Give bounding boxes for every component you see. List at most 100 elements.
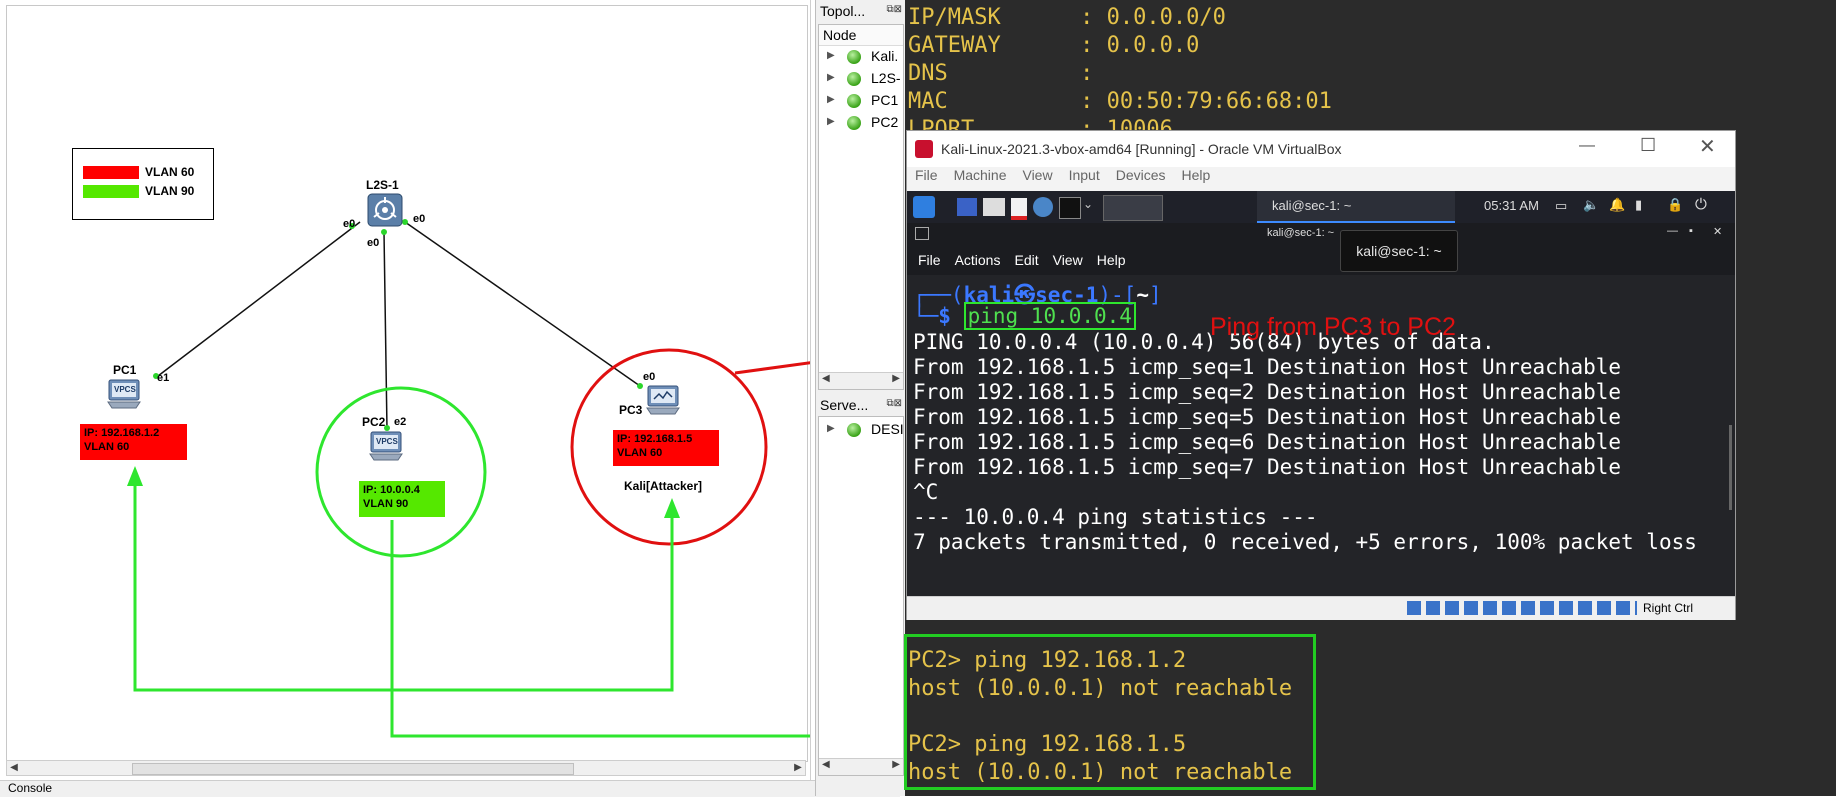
guest-maximize-button[interactable]: ▪ — [1689, 225, 1693, 237]
pc3-info-box: IP: 192.168.1.5 VLAN 60 — [613, 430, 719, 466]
vbox-statusbar: Right Ctrl — [907, 596, 1735, 620]
chevron-down-icon[interactable]: ⌄ — [1083, 197, 1093, 211]
status-green-icon — [847, 72, 861, 86]
guest-menu-edit[interactable]: Edit — [1014, 252, 1038, 268]
clock[interactable]: 05:31 AM — [1484, 198, 1539, 213]
canvas-horizontal-scrollbar[interactable]: ◀ ▶ — [6, 760, 806, 776]
tree-scrollbar[interactable]: ◀ ▶ — [819, 372, 903, 389]
pc3-port-label: e0 — [643, 371, 656, 383]
text-editor-icon[interactable] — [1011, 198, 1027, 220]
console-dock[interactable]: Console — [0, 780, 900, 797]
vpcs-pc2-icon[interactable]: VPCS — [368, 430, 404, 462]
guest-menu-help[interactable]: Help — [1097, 252, 1126, 268]
port-dot — [381, 229, 387, 235]
guest-menu-view[interactable]: View — [1053, 252, 1083, 268]
scroll-thumb[interactable] — [132, 763, 574, 775]
status-green-icon — [847, 423, 861, 437]
link-sw-pc3 — [404, 221, 641, 387]
menu-devices[interactable]: Devices — [1116, 167, 1166, 183]
kali-menu-icon[interactable] — [913, 196, 935, 218]
dock-buttons[interactable]: ⧉⊠ — [886, 398, 902, 409]
lock-icon[interactable]: 🔒 — [1667, 197, 1683, 213]
expand-arrow-icon[interactable]: ▶ — [827, 50, 835, 61]
expand-arrow-icon[interactable]: ▶ — [827, 94, 835, 105]
pc3-ip: IP: 192.168.1.5 — [617, 433, 693, 445]
guest-minimize-button[interactable]: — — [1667, 225, 1678, 237]
guest-menu-file[interactable]: File — [918, 252, 941, 268]
notification-bell-icon[interactable]: 🔔 — [1609, 197, 1625, 213]
arrowhead-pc3 — [664, 498, 680, 518]
pc2-highlight-circle — [315, 386, 487, 558]
device-status-icons[interactable] — [1407, 601, 1637, 615]
switch-port-label: e0 — [413, 213, 426, 225]
server-node[interactable]: ▶ DESI — [819, 419, 904, 441]
tree-header: Node — [819, 25, 903, 46]
terminal-line: GATEWAY : 0.0.0.0 — [908, 33, 1200, 58]
topology-canvas[interactable]: VLAN 60 VLAN 90 L2S-1 e0 e0 e0 PC1 VPCS … — [0, 0, 900, 797]
virtualbox-window[interactable]: Kali-Linux-2021.3-vbox-amd64 [Running] -… — [906, 130, 1736, 620]
pc1-info-box: IP: 192.168.1.2 VLAN 60 — [80, 424, 187, 460]
maximize-button[interactable]: ☐ — [1640, 135, 1656, 156]
output-line: From 192.168.1.5 icmp_seq=2 Destination … — [913, 380, 1622, 404]
kali-pc3-icon[interactable] — [645, 384, 681, 416]
workspace-thumbnail[interactable] — [1103, 195, 1163, 221]
battery-icon[interactable]: ▮ — [1635, 197, 1642, 213]
expand-arrow-icon[interactable]: ▶ — [827, 116, 835, 127]
menu-help[interactable]: Help — [1182, 167, 1211, 183]
guest-terminal-titlebar[interactable]: kali@sec-1: ~ — ▪ ✕ — [907, 223, 1735, 245]
tree-node-label: Kali. — [871, 48, 899, 64]
tree-node[interactable]: ▶ Kali. — [819, 46, 903, 68]
vbox-title: Kali-Linux-2021.3-vbox-amd64 [Running] -… — [941, 141, 1342, 157]
tree-node[interactable]: ▶ PC2 — [819, 112, 903, 134]
vpcs-text: VPCS — [376, 437, 398, 446]
switch-port-label: e0 — [343, 218, 356, 230]
port-dot — [637, 383, 643, 389]
pc2-to-console-line — [390, 520, 810, 738]
terminal-icon[interactable] — [1059, 197, 1081, 219]
tree-node[interactable]: ▶ L2S- — [819, 68, 903, 90]
guest-close-button[interactable]: ✕ — [1713, 225, 1722, 238]
tree-node[interactable]: ▶ PC1 — [819, 90, 903, 112]
menu-file[interactable]: File — [915, 167, 938, 183]
close-button[interactable]: ✕ — [1699, 134, 1716, 159]
workspace-icon[interactable] — [957, 198, 977, 216]
servers-tree[interactable]: ▶ DESI ◀ ▶ — [818, 416, 904, 776]
menu-machine[interactable]: Machine — [954, 167, 1007, 183]
menu-view[interactable]: View — [1022, 167, 1052, 183]
status-green-icon — [847, 116, 861, 130]
terminal-window-icon — [915, 227, 929, 240]
power-icon[interactable]: ⏻ — [1695, 196, 1707, 213]
dock-buttons[interactable]: ⧉⊠ — [886, 4, 902, 15]
vpcs-pc1-icon[interactable]: VPCS — [106, 378, 142, 410]
guest-terminal-title: kali@sec-1: ~ — [1267, 227, 1335, 239]
volume-icon[interactable]: 🔈 — [1583, 197, 1599, 213]
browser-icon[interactable] — [1033, 197, 1053, 217]
topology-tree[interactable]: Node ▶ Kali. ▶ L2S- ▶ PC1 ▶ PC2 ◀ ▶ — [818, 24, 904, 390]
output-line: 7 packets transmitted, 0 received, +5 er… — [913, 530, 1697, 554]
display-icon[interactable]: ▭ — [1555, 198, 1567, 214]
status-green-icon — [847, 50, 861, 64]
minimize-button[interactable]: — — [1579, 137, 1595, 155]
pc2-info-box: IP: 10.0.0.4 VLAN 90 — [359, 481, 445, 517]
virtualbox-app-icon — [915, 140, 933, 158]
scroll-right-arrow[interactable]: ▶ — [791, 761, 805, 775]
link-sw-pc2 — [383, 231, 388, 431]
vbox-titlebar[interactable]: Kali-Linux-2021.3-vbox-amd64 [Running] -… — [907, 131, 1735, 167]
scroll-left-arrow[interactable]: ◀ — [7, 761, 21, 775]
servers-scrollbar[interactable]: ◀ ▶ — [819, 758, 903, 775]
files-icon[interactable] — [983, 198, 1005, 216]
vbox-menubar: File Machine View Input Devices Help — [907, 167, 1735, 191]
host-key-label: Right Ctrl — [1643, 601, 1694, 615]
switch-icon[interactable] — [367, 193, 403, 227]
guest-terminal-menubar: File Actions Edit View Help — [907, 245, 1735, 275]
terminal-scrollbar[interactable] — [1729, 425, 1732, 510]
menu-input[interactable]: Input — [1069, 167, 1100, 183]
taskbar-terminal-label: kali@sec-1: ~ — [1272, 198, 1352, 213]
output-line: From 192.168.1.5 icmp_seq=1 Destination … — [913, 355, 1622, 379]
expand-arrow-icon[interactable]: ▶ — [827, 423, 835, 434]
expand-arrow-icon[interactable]: ▶ — [827, 72, 835, 83]
output-line: From 192.168.1.5 icmp_seq=7 Destination … — [913, 455, 1622, 479]
kali-terminal-window[interactable]: kali@sec-1: ~ — ▪ ✕ File Actions Edit View H… — [907, 223, 1735, 596]
pc1-vlan: VLAN 60 — [84, 441, 130, 453]
guest-menu-actions[interactable]: Actions — [955, 252, 1001, 268]
